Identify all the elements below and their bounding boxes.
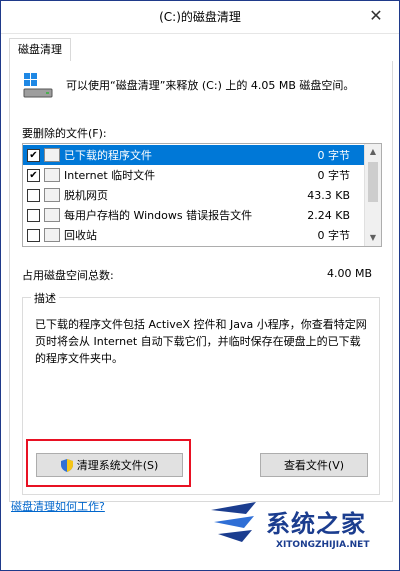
file-type-icon bbox=[44, 188, 60, 202]
file-checkbox[interactable]: ✔ bbox=[27, 168, 40, 182]
scroll-up-icon[interactable]: ▲ bbox=[365, 144, 381, 160]
highlight-box bbox=[26, 439, 191, 487]
file-size: 0 字节 bbox=[317, 169, 351, 182]
file-name: 每用户存档的 Windows 错误报告文件 bbox=[64, 209, 253, 222]
disk-cleanup-window: (C:)的磁盘清理 ✕ 磁盘清理 可以使用“磁盘清理”来释放 (C:) 上的 4… bbox=[0, 0, 400, 571]
file-type-icon bbox=[44, 168, 60, 182]
help-link[interactable]: 磁盘清理如何工作? bbox=[11, 498, 105, 514]
total-space-label: 占用磁盘空间总数: bbox=[22, 269, 114, 282]
drive-icon bbox=[23, 73, 53, 98]
file-checkbox[interactable]: ✔ bbox=[27, 148, 40, 162]
watermark-name: 系统之家 bbox=[266, 509, 366, 538]
scroll-thumb[interactable] bbox=[368, 162, 378, 202]
file-list-item[interactable]: 脱机网页 43.3 KB bbox=[23, 185, 364, 205]
file-size: 0 字节 bbox=[317, 149, 351, 162]
file-checkbox[interactable] bbox=[27, 208, 40, 222]
file-checkbox[interactable] bbox=[27, 188, 40, 202]
file-name: 已下载的程序文件 bbox=[64, 149, 152, 162]
file-size: 2.24 KB bbox=[307, 208, 350, 222]
summary-text: 可以使用“磁盘清理”来释放 (C:) 上的 4.05 MB 磁盘空间。 bbox=[66, 79, 355, 92]
description-text: 已下载的程序文件包括 ActiveX 控件和 Java 小程序，你查看特定网页时… bbox=[35, 318, 367, 365]
file-list-item[interactable]: 每用户存档的 Windows 错误报告文件 2.24 KB bbox=[23, 205, 364, 225]
total-space-value: 4.00 MB bbox=[326, 267, 372, 280]
file-name: 回收站 bbox=[64, 229, 97, 242]
file-checkbox[interactable] bbox=[27, 228, 40, 242]
watermark-logo: 系统之家 XITONGZHIJIA.NET bbox=[206, 496, 399, 570]
file-size: 43.3 KB bbox=[307, 188, 350, 202]
file-size: 0 字节 bbox=[317, 229, 351, 242]
file-type-icon bbox=[44, 208, 60, 222]
list-scrollbar[interactable]: ▲ ▼ bbox=[364, 144, 381, 246]
view-files-button[interactable]: 查看文件(V) bbox=[260, 453, 368, 477]
file-list-item[interactable]: ✔ Internet 临时文件 0 字节 bbox=[23, 165, 364, 185]
file-list-item[interactable]: ✔ 已下载的程序文件 0 字节 bbox=[23, 145, 364, 165]
files-to-delete-list[interactable]: ✔ 已下载的程序文件 0 字节 ✔ Internet 临时文件 0 字节 脱机网页 43.3 … bbox=[22, 143, 382, 247]
window-title: (C:)的磁盘清理 bbox=[159, 10, 241, 24]
file-name: 脱机网页 bbox=[64, 189, 108, 202]
title-bar: (C:)的磁盘清理 ✕ bbox=[1, 1, 399, 34]
files-to-delete-label: 要删除的文件(F): bbox=[22, 127, 107, 140]
watermark-mark-icon bbox=[211, 502, 256, 542]
close-button[interactable]: ✕ bbox=[353, 1, 399, 29]
file-type-icon bbox=[44, 228, 60, 242]
file-name: Internet 临时文件 bbox=[64, 169, 156, 182]
file-list-item[interactable]: 回收站 0 字节 bbox=[23, 225, 364, 245]
description-legend: 描述 bbox=[31, 290, 59, 306]
tab-panel: 可以使用“磁盘清理”来释放 (C:) 上的 4.05 MB 磁盘空间。 要删除的… bbox=[9, 61, 393, 502]
tab-strip: 磁盘清理 bbox=[9, 37, 391, 62]
scroll-down-icon[interactable]: ▼ bbox=[365, 230, 381, 246]
tab-disk-cleanup[interactable]: 磁盘清理 bbox=[9, 38, 71, 62]
file-type-icon bbox=[44, 148, 60, 162]
watermark-url: XITONGZHIJIA.NET bbox=[276, 540, 370, 550]
